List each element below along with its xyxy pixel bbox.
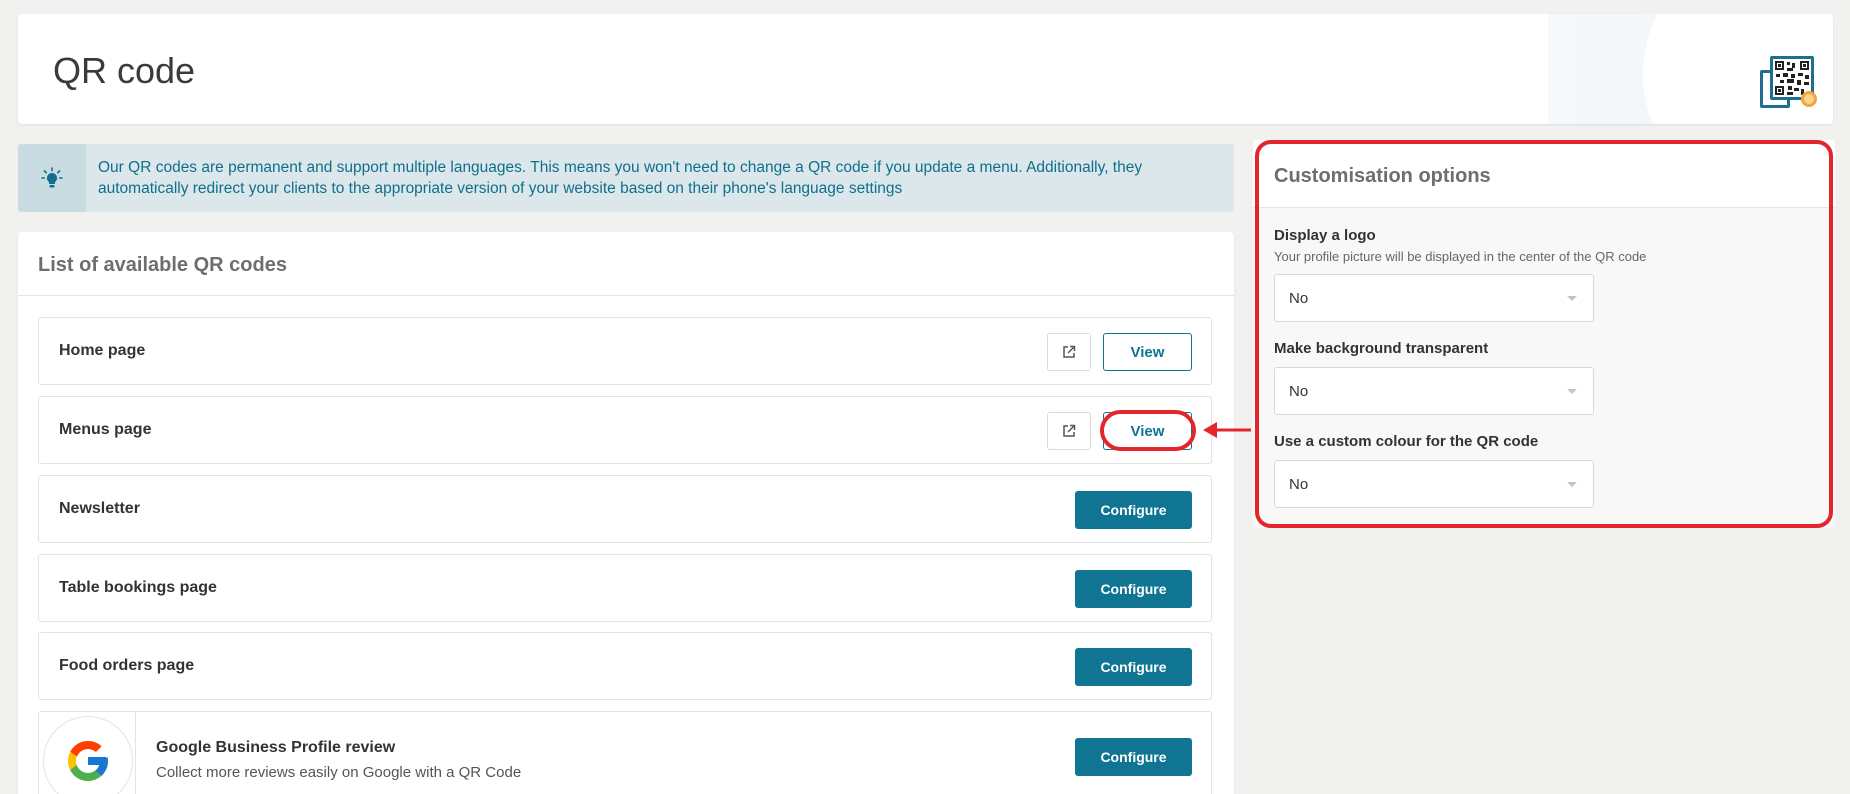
qr-row-menus-page: Menus page View	[38, 396, 1212, 464]
page-header: QR code	[18, 14, 1833, 124]
chevron-down-icon	[1567, 296, 1577, 301]
transparent-background-select[interactable]: No	[1274, 367, 1594, 415]
qr-row-label: Food orders page	[59, 657, 195, 674]
qr-row-table-bookings: Table bookings page Configure	[38, 554, 1212, 622]
configure-button[interactable]: Configure	[1075, 491, 1192, 529]
google-g-icon	[68, 741, 108, 781]
option-description: Your profile picture will be displayed i…	[1274, 249, 1647, 264]
qr-code-illustration-icon	[1760, 56, 1817, 108]
annotation-highlight-ellipse	[1100, 410, 1196, 451]
option-transparent-background: Make background transparent	[1274, 340, 1488, 357]
customisation-title: Customisation options	[1253, 140, 1835, 208]
qr-row-label: Menus page	[59, 421, 152, 438]
option-label: Display a logo	[1274, 227, 1376, 244]
configure-button[interactable]: Configure	[1075, 570, 1192, 608]
qr-row-food-orders: Food orders page Configure	[38, 632, 1212, 700]
external-link-icon	[1063, 345, 1076, 358]
chevron-down-icon	[1567, 482, 1577, 487]
info-banner-text: Our QR codes are permanent and support m…	[98, 159, 1143, 197]
custom-colour-select[interactable]: No	[1274, 460, 1594, 508]
configure-button[interactable]: Configure	[1075, 738, 1192, 776]
google-review-subtitle: Collect more reviews easily on Google wi…	[156, 764, 522, 781]
option-custom-colour: Use a custom colour for the QR code	[1274, 433, 1538, 450]
open-external-button[interactable]	[1047, 333, 1091, 371]
option-label: Use a custom colour for the QR code	[1274, 433, 1539, 450]
select-value: No	[1289, 476, 1309, 493]
select-value: No	[1289, 383, 1309, 400]
lightbulb-icon	[41, 167, 63, 188]
customisation-panel: Customisation options Display a logo You…	[1253, 140, 1835, 528]
google-logo	[43, 716, 133, 794]
qr-row-label: Newsletter	[59, 500, 140, 517]
option-display-logo: Display a logo Your profile picture will…	[1274, 227, 1646, 264]
external-link-icon	[1063, 424, 1076, 437]
info-icon-box	[18, 144, 86, 212]
qr-row-label: Home page	[59, 342, 146, 359]
select-value: No	[1289, 290, 1309, 307]
option-label: Make background transparent	[1274, 340, 1489, 357]
google-review-title: Google Business Profile review	[156, 739, 396, 756]
info-banner: Our QR codes are permanent and support m…	[18, 144, 1234, 212]
display-logo-select[interactable]: No	[1274, 274, 1594, 322]
qr-code-list: List of available QR codes Home page Vie…	[18, 232, 1234, 794]
qr-row-home-page: Home page View	[38, 317, 1212, 385]
view-button[interactable]: View	[1103, 333, 1192, 371]
qr-row-label: Table bookings page	[59, 579, 217, 596]
page: QR code Our QR codes are permanent and s…	[0, 0, 1850, 794]
annotation-arrow-icon	[1203, 422, 1251, 438]
google-logo-cell	[39, 712, 136, 794]
qr-row-google-review: Google Business Profile review Collect m…	[38, 711, 1212, 794]
chevron-down-icon	[1567, 389, 1577, 394]
qr-row-newsletter: Newsletter Configure	[38, 475, 1212, 543]
qr-list-title: List of available QR codes	[18, 232, 1234, 296]
open-external-button[interactable]	[1047, 412, 1091, 450]
page-title: QR code	[53, 50, 196, 91]
configure-button[interactable]: Configure	[1075, 648, 1192, 686]
